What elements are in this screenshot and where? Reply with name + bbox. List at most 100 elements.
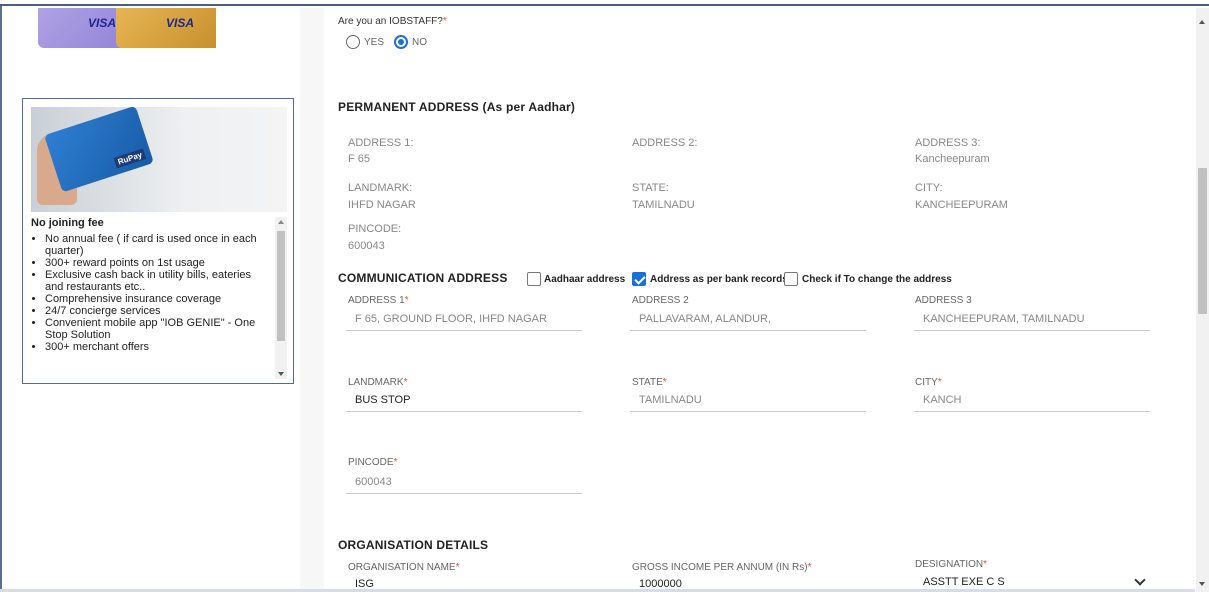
designation-value: ASSTT EXE C S [923, 576, 1005, 588]
required-marker: * [455, 562, 460, 573]
iobstaff-yes-radio[interactable] [346, 35, 360, 49]
comm-pincode-value: 600043 [355, 476, 392, 488]
left-sidebar: VISA VISA RuPay No joining fee No annual… [2, 8, 300, 592]
comm-landmark-label: LANDMARK* [348, 377, 407, 388]
scroll-up-icon[interactable] [1199, 20, 1205, 24]
comm-pincode-label-text: PINCODE [348, 457, 394, 468]
scrollbar-thumb[interactable] [277, 231, 285, 341]
perm-city-label: CITY: [915, 182, 943, 194]
perm-address2-label: ADDRESS 2: [632, 137, 698, 149]
list-item: Convenient mobile app "IOB GENIE" - One … [45, 317, 267, 341]
comm-state-value: TAMILNADU [639, 394, 702, 406]
comm-landmark-label-text: LANDMARK [348, 377, 404, 388]
comm-state-label: STATE* [632, 377, 667, 388]
list-item: 300+ reward points on 1st usage [45, 257, 267, 269]
comm-pincode-input[interactable]: 600043 [346, 472, 582, 494]
bank-records-checkbox[interactable] [632, 272, 646, 286]
comm-city-input[interactable]: KANCH [914, 390, 1150, 412]
required-marker: * [662, 377, 667, 388]
comm-address2-value: PALLAVARAM, ALANDUR, [639, 313, 772, 325]
comm-address3-label: ADDRESS 3 [915, 295, 972, 306]
required-marker: * [983, 559, 988, 570]
org-name-label: ORGANISATION NAME* [348, 562, 460, 573]
comm-address1-input[interactable]: F 65, GROUND FLOOR, IHFD NAGAR [346, 309, 582, 331]
permanent-address-title: PERMANENT ADDRESS (As per Aadhar) [338, 100, 576, 114]
comm-landmark-input[interactable]: BUS STOP [346, 390, 582, 412]
comm-address2-label: ADDRESS 2 [632, 295, 689, 306]
perm-landmark-value: IHFD NAGAR [348, 199, 416, 211]
visa-logo: VISA [166, 16, 195, 30]
iobstaff-no-radio[interactable] [394, 35, 408, 49]
organisation-details-title: ORGANISATION DETAILS [338, 538, 489, 552]
required-marker: * [442, 16, 447, 27]
bank-records-label: Address as per bank records [650, 274, 788, 285]
comm-city-value: KANCH [923, 394, 962, 406]
list-item: No annual fee ( if card is used once in … [45, 233, 267, 257]
required-marker: * [393, 457, 398, 468]
perm-pincode-label: PINCODE: [348, 223, 402, 235]
iobstaff-question-text: Are you an IOBSTAFF? [338, 16, 443, 27]
perm-address3-label: ADDRESS 3: [915, 137, 981, 149]
designation-label: DESIGNATION* [915, 559, 987, 570]
comm-address2-input[interactable]: PALLAVARAM, ALANDUR, [630, 309, 866, 331]
comm-address1-label-text: ADDRESS 1 [348, 295, 405, 306]
card-benefits-panel: RuPay No joining fee No annual fee ( if … [22, 98, 294, 384]
iobstaff-yes-label: YES [364, 37, 385, 48]
benefits-scroll-area[interactable]: No joining fee No annual fee ( if card i… [31, 217, 287, 379]
main-content: Are you an IOBSTAFF?* YES NO PERMANENT A… [300, 8, 1196, 592]
aadhaar-address-checkbox[interactable] [527, 272, 541, 286]
debit-card-image: RuPay [44, 107, 154, 193]
benefits-heading: No joining fee [31, 217, 104, 229]
comm-state-input[interactable]: TAMILNADU [630, 390, 866, 412]
perm-city-value: KANCHEEPURAM [915, 199, 1008, 211]
perm-state-label: STATE: [632, 182, 669, 194]
rupay-logo: RuPay [113, 148, 147, 169]
chevron-down-icon[interactable] [1134, 574, 1146, 586]
perm-pincode-value: 600043 [348, 240, 385, 252]
perm-landmark-label: LANDMARK: [348, 182, 413, 194]
scrollbar-thumb[interactable] [1198, 168, 1207, 314]
comm-city-label-text: CITY [915, 377, 938, 388]
card-banner-image: VISA VISA [24, 8, 216, 64]
comm-address3-value: KANCHEEPURAM, TAMILNADU [923, 313, 1085, 325]
perm-address3-value: Kancheepuram [915, 153, 990, 165]
change-address-label: Check if To change the address [802, 274, 952, 285]
comm-landmark-value: BUS STOP [355, 394, 411, 406]
designation-label-text: DESIGNATION [915, 559, 984, 570]
list-item: Exclusive cash back in utility bills, ea… [45, 269, 267, 293]
required-marker: * [404, 295, 409, 306]
communication-address-title: COMMUNICATION ADDRESS [338, 271, 508, 285]
required-marker: * [403, 377, 408, 388]
gross-income-label-text: GROSS INCOME PER ANNUM (IN Rs) [632, 562, 808, 573]
comm-city-label: CITY* [915, 377, 942, 388]
required-marker: * [937, 377, 942, 388]
list-item: 24/7 concierge services [45, 305, 267, 317]
benefits-list: No annual fee ( if card is used once in … [31, 233, 267, 353]
list-item: Comprehensive insurance coverage [45, 293, 267, 305]
gross-income-label: GROSS INCOME PER ANNUM (IN Rs)* [632, 562, 811, 573]
iobstaff-question: Are you an IOBSTAFF?* [338, 16, 447, 27]
comm-address3-input[interactable]: KANCHEEPURAM, TAMILNADU [914, 309, 1150, 331]
card-image-gold: VISA [116, 8, 216, 48]
scroll-down-icon[interactable] [1199, 582, 1205, 586]
comm-address1-value: F 65, GROUND FLOOR, IHFD NAGAR [355, 313, 547, 325]
card-promo-image: RuPay [31, 107, 287, 212]
application-form: Are you an IOBSTAFF?* YES NO PERMANENT A… [324, 8, 1196, 592]
list-item: 300+ merchant offers [45, 341, 267, 353]
scroll-down-icon[interactable] [278, 372, 284, 376]
perm-state-value: TAMILNADU [632, 199, 695, 211]
comm-state-label-text: STATE [632, 377, 663, 388]
comm-address1-label: ADDRESS 1* [348, 295, 409, 306]
required-marker: * [807, 562, 812, 573]
window-top-border [0, 0, 1209, 6]
page-scrollbar[interactable] [1196, 8, 1209, 592]
benefits-scrollbar[interactable] [275, 217, 287, 379]
perm-address1-value: F 65 [348, 153, 371, 165]
aadhaar-address-label: Aadhaar address [544, 274, 626, 285]
org-name-label-text: ORGANISATION NAME [348, 562, 456, 573]
comm-pincode-label: PINCODE* [348, 457, 397, 468]
change-address-checkbox[interactable] [784, 272, 798, 286]
perm-address1-label: ADDRESS 1: [348, 137, 414, 149]
iobstaff-no-label: NO [412, 37, 427, 48]
scroll-up-icon[interactable] [278, 220, 284, 224]
